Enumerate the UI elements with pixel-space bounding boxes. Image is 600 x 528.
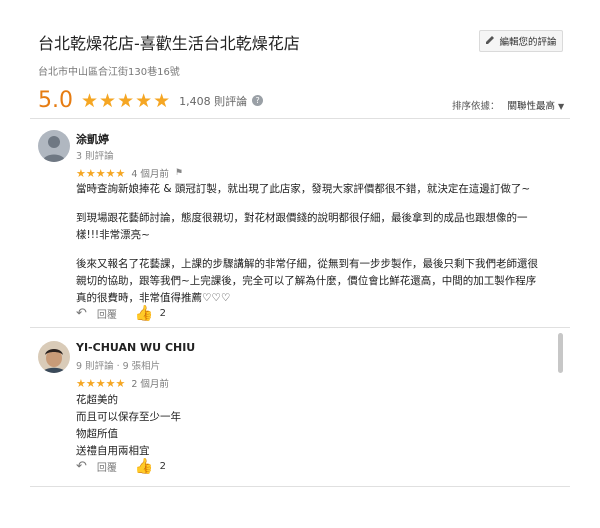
avatar[interactable] [38,341,70,373]
place-address: 台北市中山區合江街130巷16號 [38,67,180,78]
reviewer-name[interactable]: 涂凱婷 [76,131,109,147]
reviewer-meta: 9 則評論 · 9 張相片 [76,361,161,372]
help-icon[interactable]: ? [252,95,264,106]
review-time: 2 個月前 [131,379,169,390]
review-count: 1,408 則評論 [179,94,248,108]
review-line: 而且可以保存至少一年 [76,411,181,423]
flag-icon[interactable]: ⚑ [175,168,183,178]
like-count: 2 [159,307,166,319]
rating-value: 5.0 [38,88,73,113]
avatar[interactable] [38,130,70,162]
rating-summary: 5.0 ★★★★★ 1,408 則評論 ? [38,88,264,113]
reviewer-meta: 3 則評論 [76,151,114,162]
reviewer-name[interactable]: YI-CHUAN WU CHIU [76,341,195,354]
review-paragraph: 後來又報名了花藝課，上課的步驟講解的非常仔細，從無到有一步步製作，最後只剩下我們… [76,258,538,304]
review-paragraph: 當時查詢新娘捧花 & 頭冠訂製，就出現了此店家，發現大家評價都很不錯，就決定在這… [76,183,531,195]
edit-review-button[interactable]: 編輯您的評論 [479,30,563,52]
chevron-down-icon: ▼ [558,102,565,111]
review-time: 4 個月前 [131,169,169,180]
review-actions: ↶ 回覆 👍 2 [76,304,166,322]
reply-button[interactable]: 回覆 [97,459,117,474]
scrollbar[interactable] [558,333,563,373]
like-count: 2 [159,460,166,472]
review-text: 當時查詢新娘捧花 & 頭冠訂製，就出現了此店家，發現大家評價都很不錯，就決定在這… [76,181,546,319]
divider [30,327,570,328]
divider [30,118,570,119]
thumbs-up-icon[interactable]: 👍 [135,304,154,322]
reply-icon[interactable]: ↶ [76,306,87,321]
review-rating-line: ★★★★★ 4 個月前 ⚑ [76,166,183,181]
sort-dropdown[interactable]: 排序依據： 關聯性最高 ▼ [452,98,564,112]
review-rating-line: ★★★★★ 2 個月前 [76,376,169,391]
review-paragraph: 到現場跟花藝師討論，態度很親切，對花材跟價錢的說明都很仔細，最後拿到的成品也跟想… [76,212,528,241]
reply-icon[interactable]: ↶ [76,459,87,474]
pencil-icon [485,35,495,48]
review-stars: ★★★★★ [76,376,126,390]
rating-stars: ★★★★★ [81,89,172,112]
review-line: 花超美的 [76,394,118,406]
review-line: 物超所值 [76,428,118,440]
review-text: 花超美的 而且可以保存至少一年 物超所值 送禮自用兩相宜 [76,392,546,460]
review-actions: ↶ 回覆 👍 2 [76,457,166,475]
reply-button[interactable]: 回覆 [97,306,117,321]
thumbs-up-icon[interactable]: 👍 [135,457,154,475]
sort-value: 關聯性最高 [507,101,556,112]
sort-label: 排序依據： [452,101,500,112]
divider [30,486,570,487]
review-stars: ★★★★★ [76,166,126,180]
edit-review-label: 編輯您的評論 [499,37,557,48]
